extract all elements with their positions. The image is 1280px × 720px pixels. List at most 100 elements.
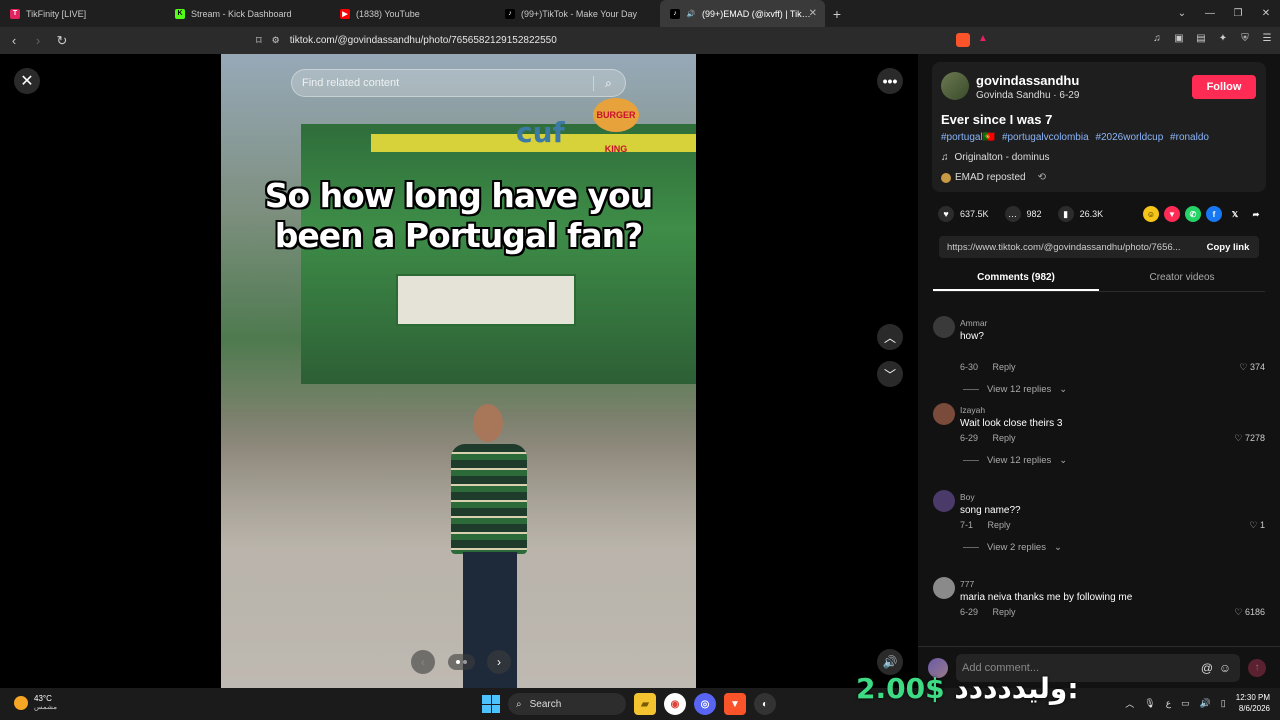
sidebar-icon[interactable]: ▣ [1172, 31, 1186, 45]
comment-like[interactable]: ♡ 374 [1239, 362, 1265, 373]
view-replies-label[interactable]: View 12 replies [987, 455, 1051, 466]
close-window-button[interactable]: ✕ [1252, 8, 1280, 19]
close-icon[interactable]: ✕ [14, 68, 40, 94]
view-replies-button[interactable]: View 12 replies ⌄ [963, 455, 1067, 466]
x-icon[interactable]: 𝕏 [1227, 206, 1243, 222]
leo-icon[interactable]: ✦ [1216, 31, 1230, 45]
close-tab-icon[interactable]: ✕ [809, 8, 817, 19]
hashtag-link[interactable]: #ronaldo [1170, 132, 1209, 143]
author-username[interactable]: govindassandhu [976, 73, 1079, 88]
wallet-icon[interactable]: ▤ [1194, 31, 1208, 45]
like-stat[interactable]: ♥ 637.5K [938, 206, 989, 222]
repost-share-icon[interactable]: ▼ [1164, 206, 1180, 222]
tab-kick-dashboard[interactable]: K Stream - Kick Dashboard [165, 0, 330, 27]
mention-icon[interactable]: @ [1198, 661, 1216, 675]
comment-stat[interactable]: … 982 [1004, 206, 1042, 222]
minimize-button[interactable]: — [1196, 8, 1224, 19]
reply-button[interactable]: Reply [988, 520, 1011, 530]
hashtag-link[interactable]: #2026worldcup [1095, 132, 1163, 143]
new-tab-button[interactable]: + [825, 6, 849, 22]
whatsapp-icon[interactable]: ✆ [1185, 206, 1201, 222]
more-options-icon[interactable]: ••• [877, 68, 903, 94]
file-explorer-icon[interactable]: ▰ [634, 693, 656, 715]
hashtag-link[interactable]: #portugalvcolombia [1002, 132, 1089, 143]
tab-tiktok-home[interactable]: ♪ (99+)TikTok - Make Your Day [495, 0, 660, 27]
send-icon[interactable]: ↑ [1248, 658, 1266, 677]
windows-start-icon[interactable] [482, 695, 500, 713]
hashtag-link[interactable]: #portugal🇵🇹 [941, 132, 995, 143]
url-text[interactable]: tiktok.com/@govindassandhu/photo/7656582… [290, 35, 557, 46]
brave-shield-icon[interactable] [956, 33, 970, 47]
reply-button[interactable]: Reply [993, 607, 1016, 617]
avatar[interactable] [933, 316, 955, 338]
brave-rewards-icon[interactable]: ▲ [978, 33, 992, 47]
emoji-icon[interactable]: ☺ [1216, 661, 1234, 675]
network-icon[interactable]: ▭ [1181, 698, 1190, 709]
menu-icon[interactable]: ☰ [1260, 31, 1274, 45]
view-replies-label[interactable]: View 12 replies [987, 384, 1051, 395]
bookmark-icon[interactable]: ▮ [1057, 206, 1074, 222]
tab-creator-videos[interactable]: Creator videos [1099, 268, 1265, 291]
comment-author[interactable]: Boy [960, 492, 975, 502]
comment-like[interactable]: ♡ 1 [1249, 520, 1265, 531]
comment-like[interactable]: ♡ 7278 [1234, 433, 1265, 444]
comment-icon[interactable]: … [1004, 206, 1021, 222]
volume-icon[interactable]: 🔊 [1200, 698, 1211, 709]
comment-author[interactable]: 777 [960, 579, 974, 589]
back-icon[interactable]: ‹ [4, 33, 24, 48]
heart-icon[interactable]: ♥ [938, 206, 954, 222]
chevron-up-icon[interactable]: ︿ [877, 324, 903, 350]
avatar[interactable] [933, 577, 955, 599]
taskbar-search[interactable]: ⌕ Search [508, 693, 626, 715]
music-icon[interactable]: ♫ [1150, 31, 1164, 45]
comment-like[interactable]: ♡ 6186 [1234, 607, 1265, 618]
site-info-icon[interactable]: ⚙ [272, 35, 280, 46]
view-replies-button[interactable]: View 12 replies ⌄ [963, 384, 1067, 395]
post-photo[interactable]: cuf BURGER KING So how long have you bee… [221, 54, 696, 688]
avatar[interactable] [941, 72, 969, 100]
view-replies-label[interactable]: View 2 replies [987, 542, 1046, 553]
reply-button[interactable]: Reply [993, 362, 1016, 372]
next-photo-icon[interactable]: › [487, 650, 511, 674]
avatar[interactable] [933, 403, 955, 425]
music-title[interactable]: Originalton - dominus [955, 152, 1050, 163]
share-arrow-icon[interactable]: ➦ [1248, 206, 1264, 222]
tab-comments[interactable]: Comments (982) [933, 268, 1099, 291]
tab-tikfinity[interactable]: T TikFinity [LIVE] [0, 0, 165, 27]
clock[interactable]: 12:30 PM 8/6/2026 [1236, 692, 1270, 714]
save-stat[interactable]: ▮ 26.3K [1057, 206, 1103, 222]
url-field[interactable]: ⌑ ⚙ tiktok.com/@govindassandhu/photo/765… [256, 30, 1000, 51]
chevron-up-icon[interactable]: ︿ [1125, 697, 1134, 710]
weather-widget[interactable]: 43°C مشمس [14, 694, 57, 712]
tab-youtube[interactable]: ▶ (1838) YouTube [330, 0, 495, 27]
obs-icon[interactable]: ◐ [754, 693, 776, 715]
related-search-input[interactable] [302, 77, 593, 89]
copy-link-button[interactable]: Copy link [1197, 242, 1259, 253]
bookmark-icon[interactable]: ⌑ [256, 34, 262, 47]
tab-tiktok-emad[interactable]: ♪ 🔊 (99+)EMAD (@ixvff) | TikTok ✕ [660, 0, 825, 27]
microphone-icon[interactable]: 🎙 [1144, 698, 1155, 709]
reload-icon[interactable]: ↻ [52, 33, 72, 49]
language-indicator[interactable]: ع [1166, 698, 1171, 709]
discord-icon[interactable]: ◎ [694, 693, 716, 715]
avatar[interactable] [933, 490, 955, 512]
friends-share-icon[interactable]: ☺ [1143, 206, 1159, 222]
search-icon[interactable]: ⌕ [593, 75, 615, 91]
reply-button[interactable]: Reply [993, 433, 1016, 443]
prev-photo-icon[interactable]: ‹ [411, 650, 435, 674]
maximize-button[interactable]: ❐ [1224, 8, 1252, 19]
music-info[interactable]: ♫ Originalton - dominus [941, 152, 1050, 163]
follow-button[interactable]: Follow [1192, 75, 1256, 99]
comment-author[interactable]: Ammar [960, 318, 987, 328]
brave-icon[interactable]: ▼ [724, 693, 746, 715]
carousel-dot[interactable] [455, 660, 460, 664]
view-replies-button[interactable]: View 2 replies ⌄ [963, 542, 1062, 553]
vpn-icon[interactable]: ⛨ [1238, 31, 1252, 45]
share-link-text[interactable]: https://www.tiktok.com/@govindassandhu/p… [939, 242, 1197, 253]
chrome-icon[interactable]: ◉ [664, 693, 686, 715]
battery-icon[interactable]: ▯ [1221, 698, 1226, 709]
carousel-dot[interactable] [462, 660, 467, 664]
forward-icon[interactable]: › [28, 33, 48, 48]
chevron-down-icon[interactable]: ﹀ [877, 361, 903, 387]
facebook-icon[interactable]: f [1206, 206, 1222, 222]
